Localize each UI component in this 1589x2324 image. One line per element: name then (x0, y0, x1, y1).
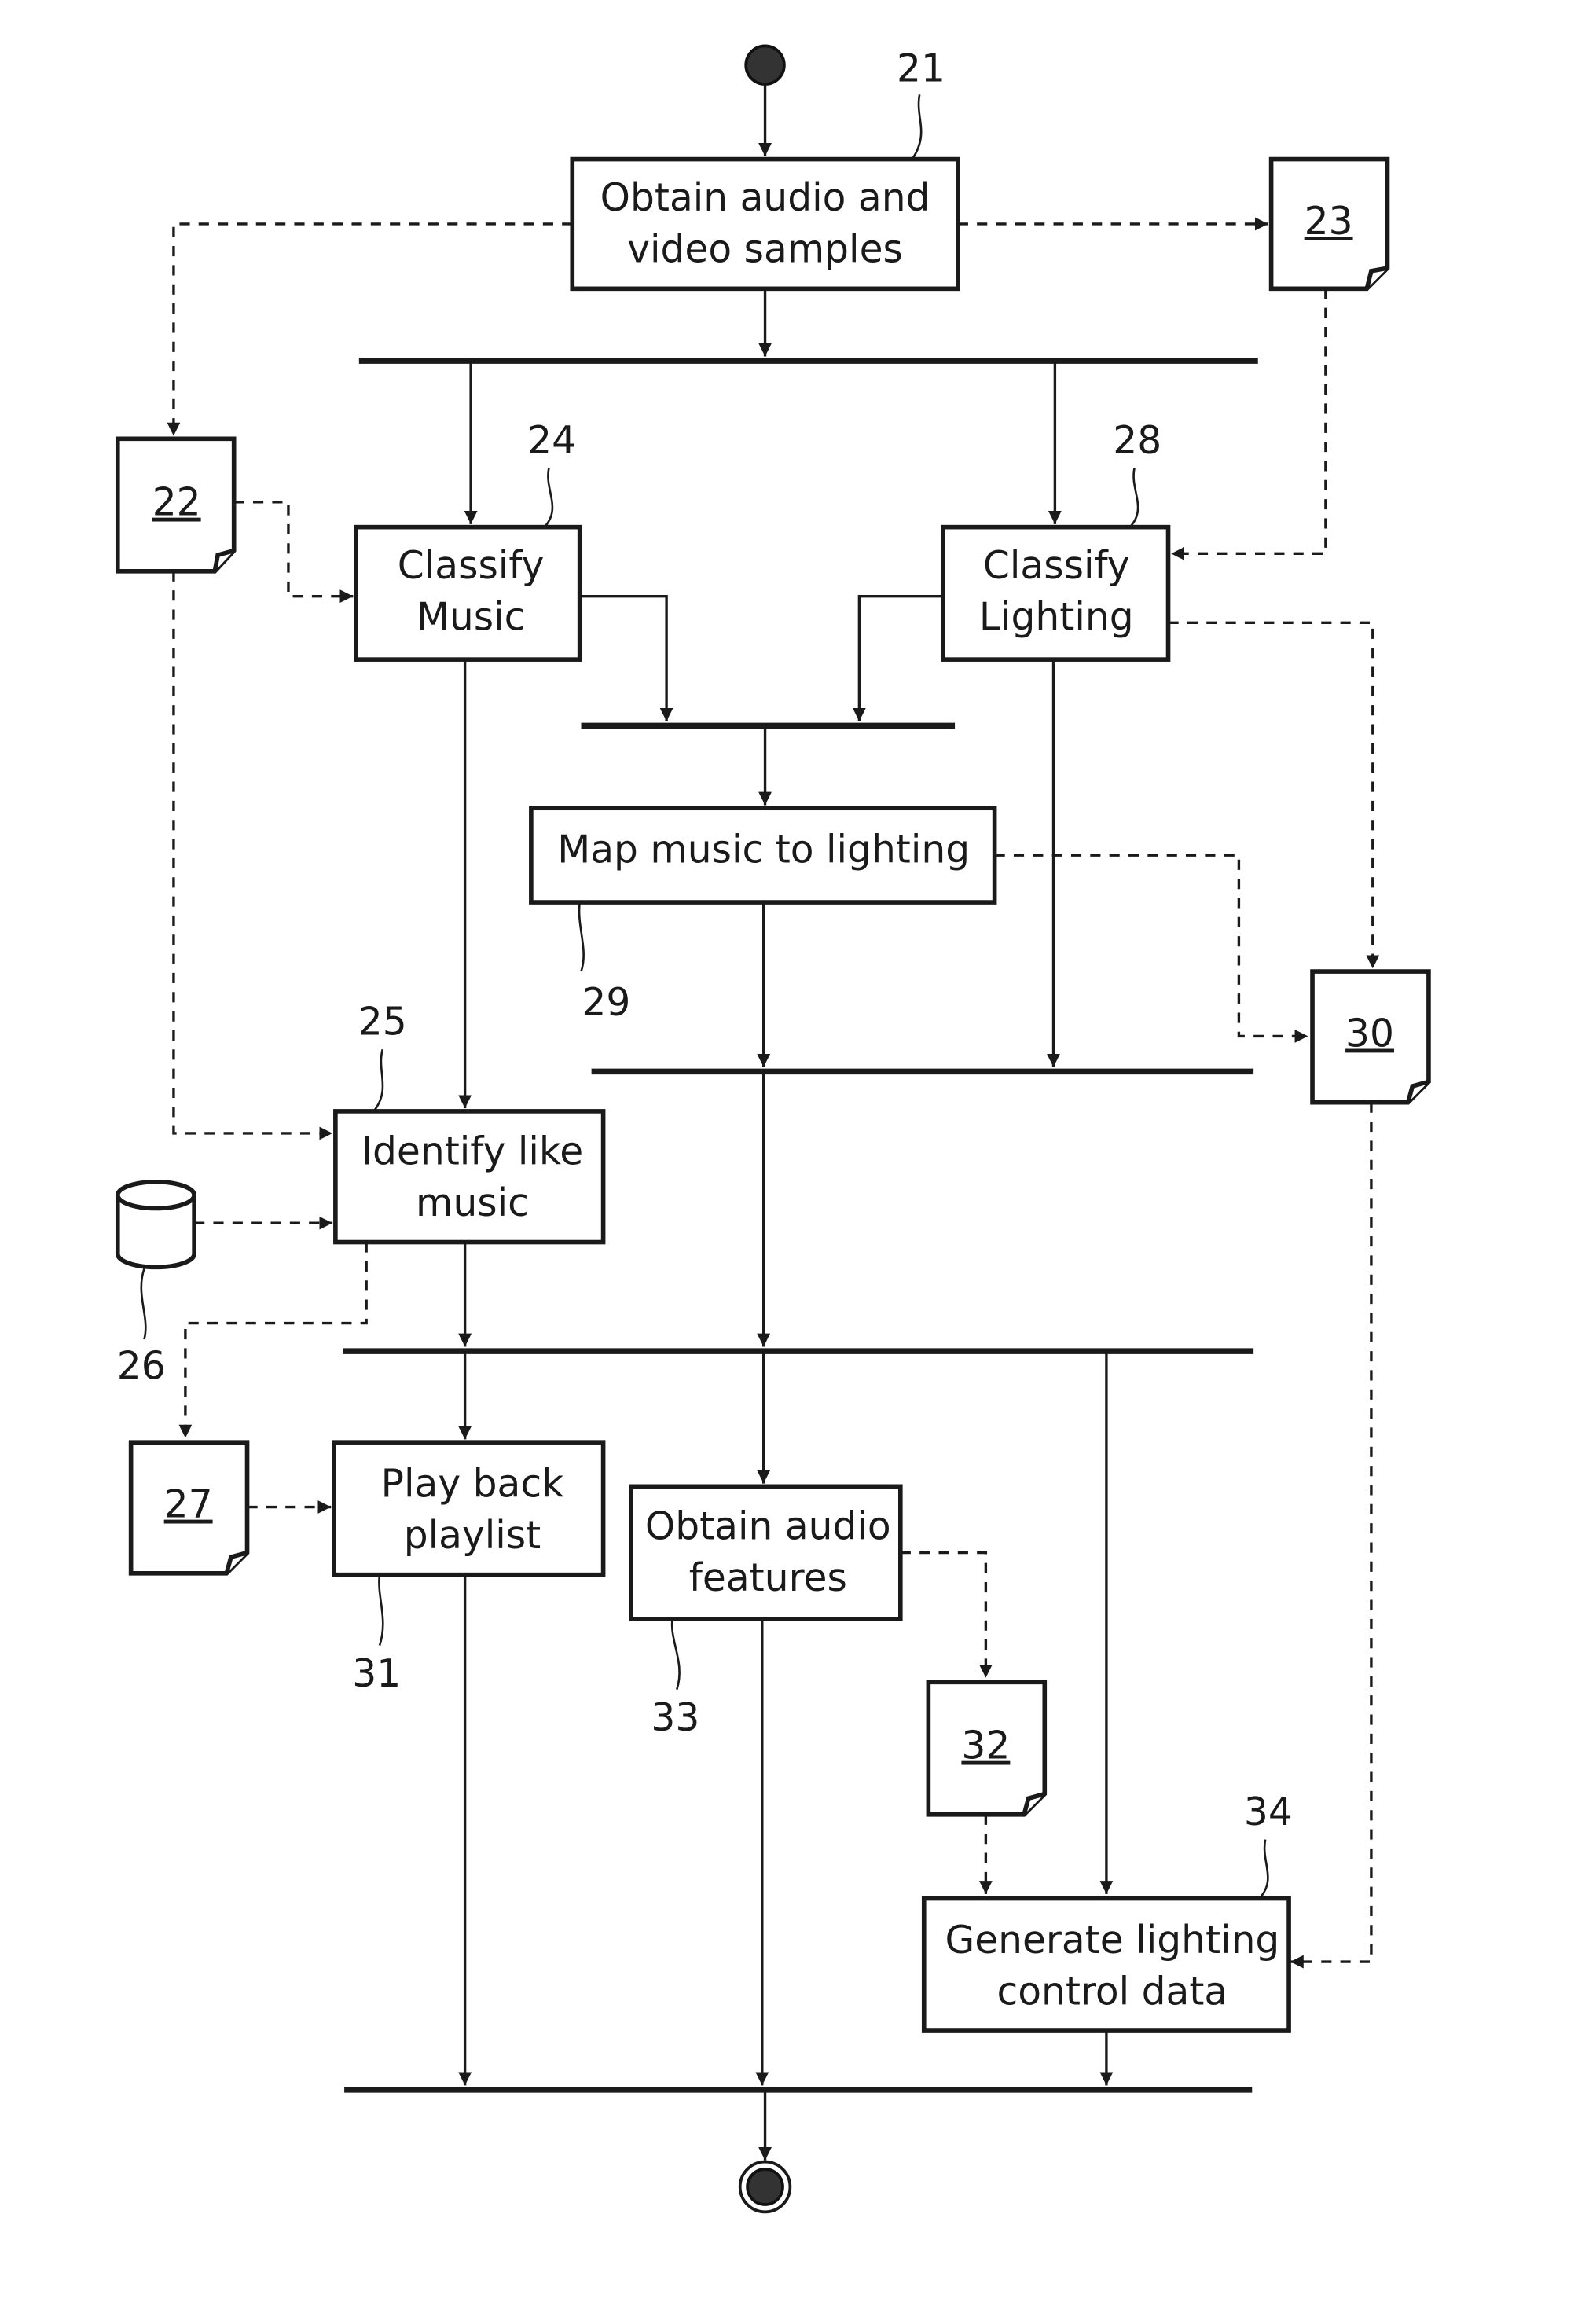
step-obtain-samples: Obtain audio and video samples (570, 156, 960, 292)
step-34-line2: control data (997, 1970, 1228, 2014)
step-21-line2: video samples (627, 228, 903, 272)
leader-34 (1258, 1839, 1269, 1900)
step-play-back-playlist: Play back playlist (332, 1440, 606, 1577)
step-24-line2: Music (417, 596, 525, 640)
doc-23-label: 23 (1305, 200, 1353, 244)
doc-27-label: 27 (164, 1483, 213, 1527)
leader-26 (140, 1268, 147, 1340)
ref-34: 34 (1244, 1790, 1293, 1834)
end-node (738, 2160, 792, 2214)
ref-29: 29 (582, 981, 630, 1025)
step-identify-like-music: Identify like music (333, 1109, 606, 1245)
dataflow-22-to-24 (233, 501, 354, 604)
dataflow-29-to-30 (994, 854, 1308, 1043)
database-26 (115, 1179, 196, 1270)
ref-24: 24 (527, 419, 576, 463)
step-31-line1: Play back (381, 1462, 564, 1506)
leader-24 (543, 468, 554, 528)
leader-28 (1128, 468, 1139, 528)
step-29-line1: Map music to lighting (557, 828, 970, 872)
step-classify-lighting: Classify Lighting (941, 524, 1171, 662)
step-34-line1: Generate lighting (945, 1918, 1280, 1962)
step-25-line1: Identify like (361, 1129, 584, 1173)
dataflow-28-to-30 (1168, 621, 1380, 969)
doc-30-label: 30 (1345, 1012, 1394, 1056)
start-node (744, 44, 786, 86)
ref-33: 33 (651, 1696, 699, 1740)
dataflow-30-to-34 (1290, 1102, 1373, 1969)
flow-28-to-join2 (852, 594, 944, 721)
dataflow-25-to-27 (178, 1242, 368, 1438)
dataflow-22-to-25 (172, 571, 333, 1140)
step-classify-music: Classify Music (354, 524, 582, 662)
document-27: 27 (128, 1440, 250, 1576)
ref-31: 31 (352, 1652, 401, 1696)
leader-25 (372, 1048, 384, 1112)
step-28-line1: Classify (983, 544, 1130, 588)
step-31-line2: playlist (404, 1514, 541, 1558)
step-generate-lighting-control: Generate lighting control data (921, 1896, 1291, 2033)
ref-28: 28 (1113, 419, 1161, 463)
leader-29 (578, 901, 585, 972)
document-32: 32 (926, 1680, 1048, 1817)
ref-21: 21 (897, 46, 945, 90)
step-33-line1: Obtain audio (645, 1505, 891, 1549)
ref-25: 25 (358, 1000, 407, 1045)
step-21-line1: Obtain audio and (600, 176, 930, 220)
doc-22-label: 22 (152, 481, 201, 525)
document-22: 22 (115, 436, 237, 574)
document-30: 30 (1310, 969, 1431, 1105)
leader-31 (378, 1574, 384, 1646)
dataflow-33-to-32 (900, 1551, 993, 1678)
step-obtain-audio-features: Obtain audio features (629, 1484, 903, 1621)
step-map-music-lighting: Map music to lighting (529, 806, 997, 905)
dataflow-21-to-22 (167, 222, 573, 436)
dataflow-23-to-28 (1171, 288, 1327, 560)
step-24-line1: Classify (398, 544, 545, 588)
step-28-line2: Lighting (979, 596, 1134, 640)
doc-32-label: 32 (961, 1724, 1010, 1768)
step-25-line2: music (416, 1181, 529, 1225)
flowchart: Obtain audio and video samples 21 23 22 … (115, 44, 1431, 2214)
leader-33 (670, 1618, 681, 1691)
document-23: 23 (1268, 156, 1390, 292)
ref-26: 26 (117, 1345, 166, 1389)
flow-24-to-join2 (579, 594, 673, 721)
leader-21 (911, 94, 923, 160)
step-33-line2: features (689, 1556, 847, 1600)
